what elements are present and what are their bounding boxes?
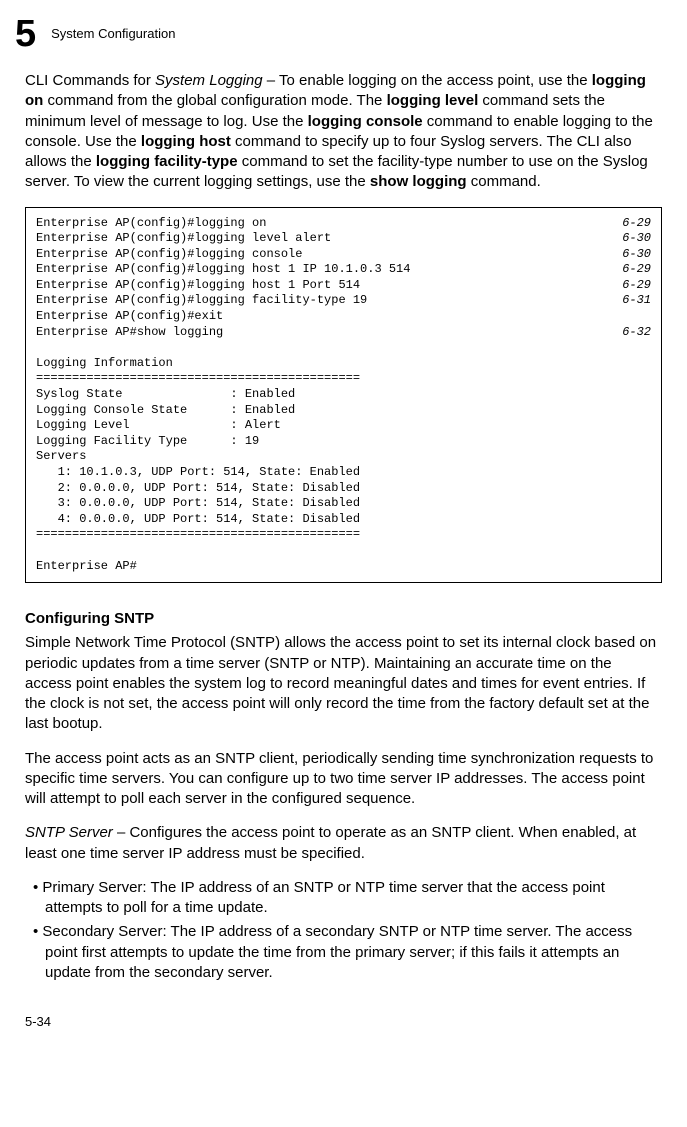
cli-cmd: Enterprise AP(config)#logging facility-t…: [36, 293, 367, 309]
cli-ref: 6-32: [612, 325, 651, 341]
cli-line: Enterprise AP(config)#logging console 6-3…: [36, 247, 651, 263]
text: command from the global configuration mo…: [43, 92, 386, 109]
paragraph-sntp-desc: Simple Network Time Protocol (SNTP) allo…: [25, 633, 662, 734]
cli-output-box: Enterprise AP(config)#logging on6-29Ente…: [25, 207, 662, 584]
cli-cmd: Enterprise AP(config)#logging host 1 IP …: [36, 262, 410, 278]
bullet-primary-server: • Primary Server: The IP address of an S…: [25, 878, 662, 919]
cmd-logging-facility-type: logging facility-type: [96, 153, 238, 170]
cli-body: Logging Information ====================…: [36, 356, 360, 573]
paragraph-sntp-server: SNTP Server – Configures the access poin…: [25, 823, 662, 864]
cli-line: Enterprise AP(config)#logging on 6-29: [36, 216, 651, 232]
cmd-show-logging: show logging: [370, 173, 467, 190]
page-header: 5 System Configuration: [25, 15, 662, 53]
cli-ref: 6-30: [612, 231, 651, 247]
section-heading-sntp: Configuring SNTP: [25, 609, 662, 629]
cli-ref: 6-29: [612, 216, 651, 232]
text: command.: [467, 173, 541, 190]
text: CLI Commands for: [25, 72, 155, 89]
cli-cmd: Enterprise AP(config)#logging host 1 Por…: [36, 278, 360, 294]
text: – To enable logging on the access point,…: [263, 72, 592, 89]
page-number: 5-34: [25, 1013, 662, 1031]
chapter-title: System Configuration: [51, 25, 175, 43]
page-container: 5 System Configuration CLI Commands for …: [0, 0, 687, 1061]
cli-line: Enterprise AP(config)#logging level aler…: [36, 231, 651, 247]
cli-ref: 6-31: [612, 293, 651, 309]
cmd-logging-level: logging level: [387, 92, 479, 109]
cli-line: Enterprise AP(config)#logging host 1 IP …: [36, 262, 651, 278]
paragraph-sntp-client: The access point acts as an SNTP client,…: [25, 749, 662, 810]
chapter-number: 5: [15, 15, 36, 53]
cli-ref: [641, 309, 651, 325]
cli-line: Enterprise AP(config)#logging host 1 Por…: [36, 278, 651, 294]
cli-cmd: Enterprise AP(config)#logging on: [36, 216, 266, 232]
text-italic: SNTP Server: [25, 824, 113, 841]
cli-cmd: Enterprise AP(config)#logging console: [36, 247, 302, 263]
cli-cmd: Enterprise AP(config)#logging level aler…: [36, 231, 331, 247]
cmd-logging-host: logging host: [141, 133, 231, 150]
paragraph-cli-intro: CLI Commands for System Logging – To ena…: [25, 71, 662, 193]
cli-line: Enterprise AP(config)#logging facility-t…: [36, 293, 651, 309]
cli-cmd: Enterprise AP#show logging: [36, 325, 223, 341]
text: – Configures the access point to operate…: [25, 824, 636, 861]
cli-line: Enterprise AP(config)#exit: [36, 309, 651, 325]
cli-ref: 6-29: [612, 262, 651, 278]
cli-ref: 6-29: [612, 278, 651, 294]
cmd-logging-console: logging console: [308, 113, 423, 130]
text-italic: System Logging: [155, 72, 263, 89]
cli-ref: 6-30: [612, 247, 651, 263]
bullet-secondary-server: • Secondary Server: The IP address of a …: [25, 922, 662, 983]
cli-line: Enterprise AP#show logging 6-32: [36, 325, 651, 341]
cli-cmd: Enterprise AP(config)#exit: [36, 309, 223, 325]
